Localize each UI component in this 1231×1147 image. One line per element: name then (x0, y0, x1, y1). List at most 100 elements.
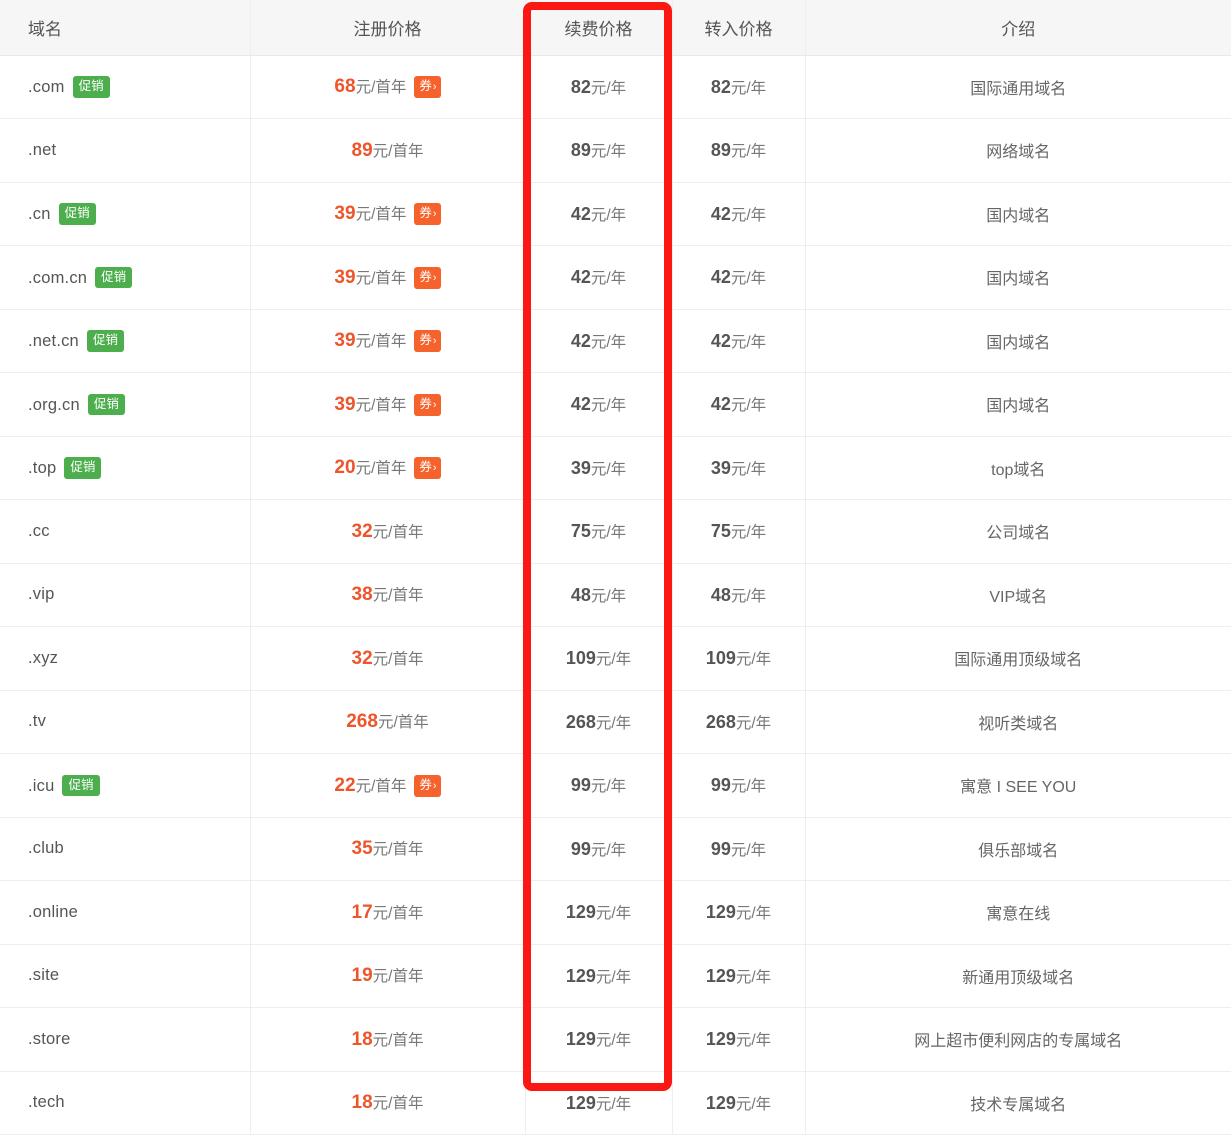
table-row[interactable]: .com 促销 68元/首年 券› 82元/年 82元/年 国际通用域名 (0, 55, 1231, 119)
table-row[interactable]: .tv 268元/首年 268元/年 268元/年 视听类域名 (0, 690, 1231, 754)
cell-renewal-price[interactable]: 99元/年 (525, 817, 673, 881)
cell-domain[interactable]: .com.cn 促销 (0, 245, 251, 310)
cell-registration-price[interactable]: 18元/首年 (250, 1071, 526, 1135)
table-row[interactable]: .cc 32元/首年 75元/年 75元/年 公司域名 (0, 499, 1231, 564)
cell-domain[interactable]: .store (0, 1007, 251, 1072)
cell-domain[interactable]: .site (0, 944, 251, 1008)
table-row[interactable]: .net 89元/首年 89元/年 89元/年 网络域名 (0, 118, 1231, 183)
registration-price-unit: 元/首年 (355, 269, 407, 287)
cell-renewal-price[interactable]: 42元/年 (525, 245, 673, 310)
cell-registration-price[interactable]: 268元/首年 (250, 690, 526, 754)
cell-domain[interactable]: .net.cn 促销 (0, 309, 251, 373)
cell-renewal-price[interactable]: 268元/年 (525, 690, 673, 754)
table-row[interactable]: .store 18元/首年 129元/年 129元/年 网上超市便利网店的专属域名 (0, 1007, 1231, 1072)
cell-registration-price[interactable]: 32元/首年 (250, 499, 526, 564)
cell-domain[interactable]: .tech (0, 1071, 251, 1135)
cell-domain[interactable]: .icu 促销 (0, 753, 251, 818)
column-header-renew[interactable]: 续费价格 (525, 0, 673, 56)
cell-transfer-price[interactable]: 39元/年 (672, 436, 806, 500)
cell-renewal-price[interactable]: 42元/年 (525, 182, 673, 246)
cell-renewal-price[interactable]: 89元/年 (525, 118, 673, 183)
cell-domain[interactable]: .club (0, 817, 251, 881)
table-row[interactable]: .xyz 32元/首年 109元/年 109元/年 国际通用顶级域名 (0, 626, 1231, 691)
cell-transfer-price[interactable]: 129元/年 (672, 1071, 806, 1135)
coupon-badge[interactable]: 券› (414, 330, 441, 353)
cell-domain[interactable]: .com 促销 (0, 55, 251, 119)
table-row[interactable]: .org.cn 促销 39元/首年 券› 42元/年 42元/年 国内域名 (0, 372, 1231, 437)
column-header-transfer[interactable]: 转入价格 (672, 0, 806, 56)
cell-registration-price[interactable]: 32元/首年 (250, 626, 526, 691)
cell-renewal-price[interactable]: 99元/年 (525, 753, 673, 818)
cell-transfer-price[interactable]: 89元/年 (672, 118, 806, 183)
table-row[interactable]: .cn 促销 39元/首年 券› 42元/年 42元/年 国内域名 (0, 182, 1231, 246)
cell-registration-price[interactable]: 39元/首年 券› (250, 372, 526, 437)
cell-registration-price[interactable]: 39元/首年 券› (250, 309, 526, 373)
table-row[interactable]: .com.cn 促销 39元/首年 券› 42元/年 42元/年 国内域名 (0, 245, 1231, 310)
cell-registration-price[interactable]: 18元/首年 (250, 1007, 526, 1072)
column-header-domain[interactable]: 域名 (0, 0, 251, 56)
cell-transfer-price[interactable]: 268元/年 (672, 690, 806, 754)
coupon-badge[interactable]: 券› (414, 76, 441, 99)
cell-renewal-price[interactable]: 129元/年 (525, 1007, 673, 1072)
coupon-badge[interactable]: 券› (414, 457, 441, 480)
cell-renewal-price[interactable]: 42元/年 (525, 372, 673, 437)
cell-registration-price[interactable]: 39元/首年 券› (250, 182, 526, 246)
coupon-badge[interactable]: 券› (414, 266, 441, 289)
cell-domain[interactable]: .vip (0, 563, 251, 627)
cell-transfer-price[interactable]: 109元/年 (672, 626, 806, 691)
table-row[interactable]: .tech 18元/首年 129元/年 129元/年 技术专属域名 (0, 1071, 1231, 1135)
cell-transfer-price[interactable]: 129元/年 (672, 944, 806, 1008)
cell-transfer-price[interactable]: 75元/年 (672, 499, 806, 564)
cell-registration-price[interactable]: 68元/首年 券› (250, 55, 526, 119)
cell-registration-price[interactable]: 89元/首年 (250, 118, 526, 183)
transfer-price-value: 89 (710, 140, 731, 161)
cell-domain[interactable]: .top 促销 (0, 436, 251, 500)
table-row[interactable]: .site 19元/首年 129元/年 129元/年 新通用顶级域名 (0, 944, 1231, 1008)
cell-domain[interactable]: .net (0, 118, 251, 183)
cell-transfer-price[interactable]: 99元/年 (672, 817, 806, 881)
cell-renewal-price[interactable]: 42元/年 (525, 309, 673, 373)
cell-transfer-price[interactable]: 42元/年 (672, 309, 806, 373)
cell-transfer-price[interactable]: 129元/年 (672, 1007, 806, 1072)
cell-renewal-price[interactable]: 129元/年 (525, 944, 673, 1008)
cell-renewal-price[interactable]: 82元/年 (525, 55, 673, 119)
cell-transfer-price[interactable]: 42元/年 (672, 182, 806, 246)
column-header-desc[interactable]: 介绍 (805, 0, 1231, 56)
cell-registration-price[interactable]: 38元/首年 (250, 563, 526, 627)
cell-transfer-price[interactable]: 129元/年 (672, 880, 806, 945)
cell-domain[interactable]: .cn 促销 (0, 182, 251, 246)
cell-renewal-price[interactable]: 109元/年 (525, 626, 673, 691)
cell-renewal-price[interactable]: 75元/年 (525, 499, 673, 564)
cell-registration-price[interactable]: 22元/首年 券› (250, 753, 526, 818)
column-header-reg[interactable]: 注册价格 (250, 0, 526, 56)
cell-transfer-price[interactable]: 42元/年 (672, 245, 806, 310)
cell-registration-price[interactable]: 39元/首年 券› (250, 245, 526, 310)
table-row[interactable]: .club 35元/首年 99元/年 99元/年 俱乐部域名 (0, 817, 1231, 881)
cell-transfer-price[interactable]: 48元/年 (672, 563, 806, 627)
coupon-badge[interactable]: 券› (414, 203, 441, 226)
cell-renewal-price[interactable]: 48元/年 (525, 563, 673, 627)
cell-domain[interactable]: .tv (0, 690, 251, 754)
cell-registration-price[interactable]: 19元/首年 (250, 944, 526, 1008)
cell-registration-price[interactable]: 17元/首年 (250, 880, 526, 945)
cell-transfer-price[interactable]: 82元/年 (672, 55, 806, 119)
cell-registration-price[interactable]: 20元/首年 券› (250, 436, 526, 500)
table-row[interactable]: .online 17元/首年 129元/年 129元/年 寓意在线 (0, 880, 1231, 945)
cell-transfer-price[interactable]: 42元/年 (672, 372, 806, 437)
table-row[interactable]: .vip 38元/首年 48元/年 48元/年 VIP域名 (0, 563, 1231, 627)
cell-domain[interactable]: .cc (0, 499, 251, 564)
cell-renewal-price[interactable]: 39元/年 (525, 436, 673, 500)
cell-renewal-price[interactable]: 129元/年 (525, 880, 673, 945)
cell-renewal-price[interactable]: 129元/年 (525, 1071, 673, 1135)
transfer-price-unit: 元/年 (730, 460, 767, 478)
cell-domain[interactable]: .org.cn 促销 (0, 372, 251, 437)
table-row[interactable]: .net.cn 促销 39元/首年 券› 42元/年 42元/年 国内域名 (0, 309, 1231, 373)
table-row[interactable]: .top 促销 20元/首年 券› 39元/年 39元/年 top域名 (0, 436, 1231, 500)
cell-registration-price[interactable]: 35元/首年 (250, 817, 526, 881)
cell-domain[interactable]: .online (0, 880, 251, 945)
coupon-badge[interactable]: 券› (414, 393, 441, 416)
table-row[interactable]: .icu 促销 22元/首年 券› 99元/年 99元/年 寓意 I SEE YOU (0, 753, 1231, 818)
cell-transfer-price[interactable]: 99元/年 (672, 753, 806, 818)
coupon-badge[interactable]: 券› (414, 774, 441, 797)
cell-domain[interactable]: .xyz (0, 626, 251, 691)
